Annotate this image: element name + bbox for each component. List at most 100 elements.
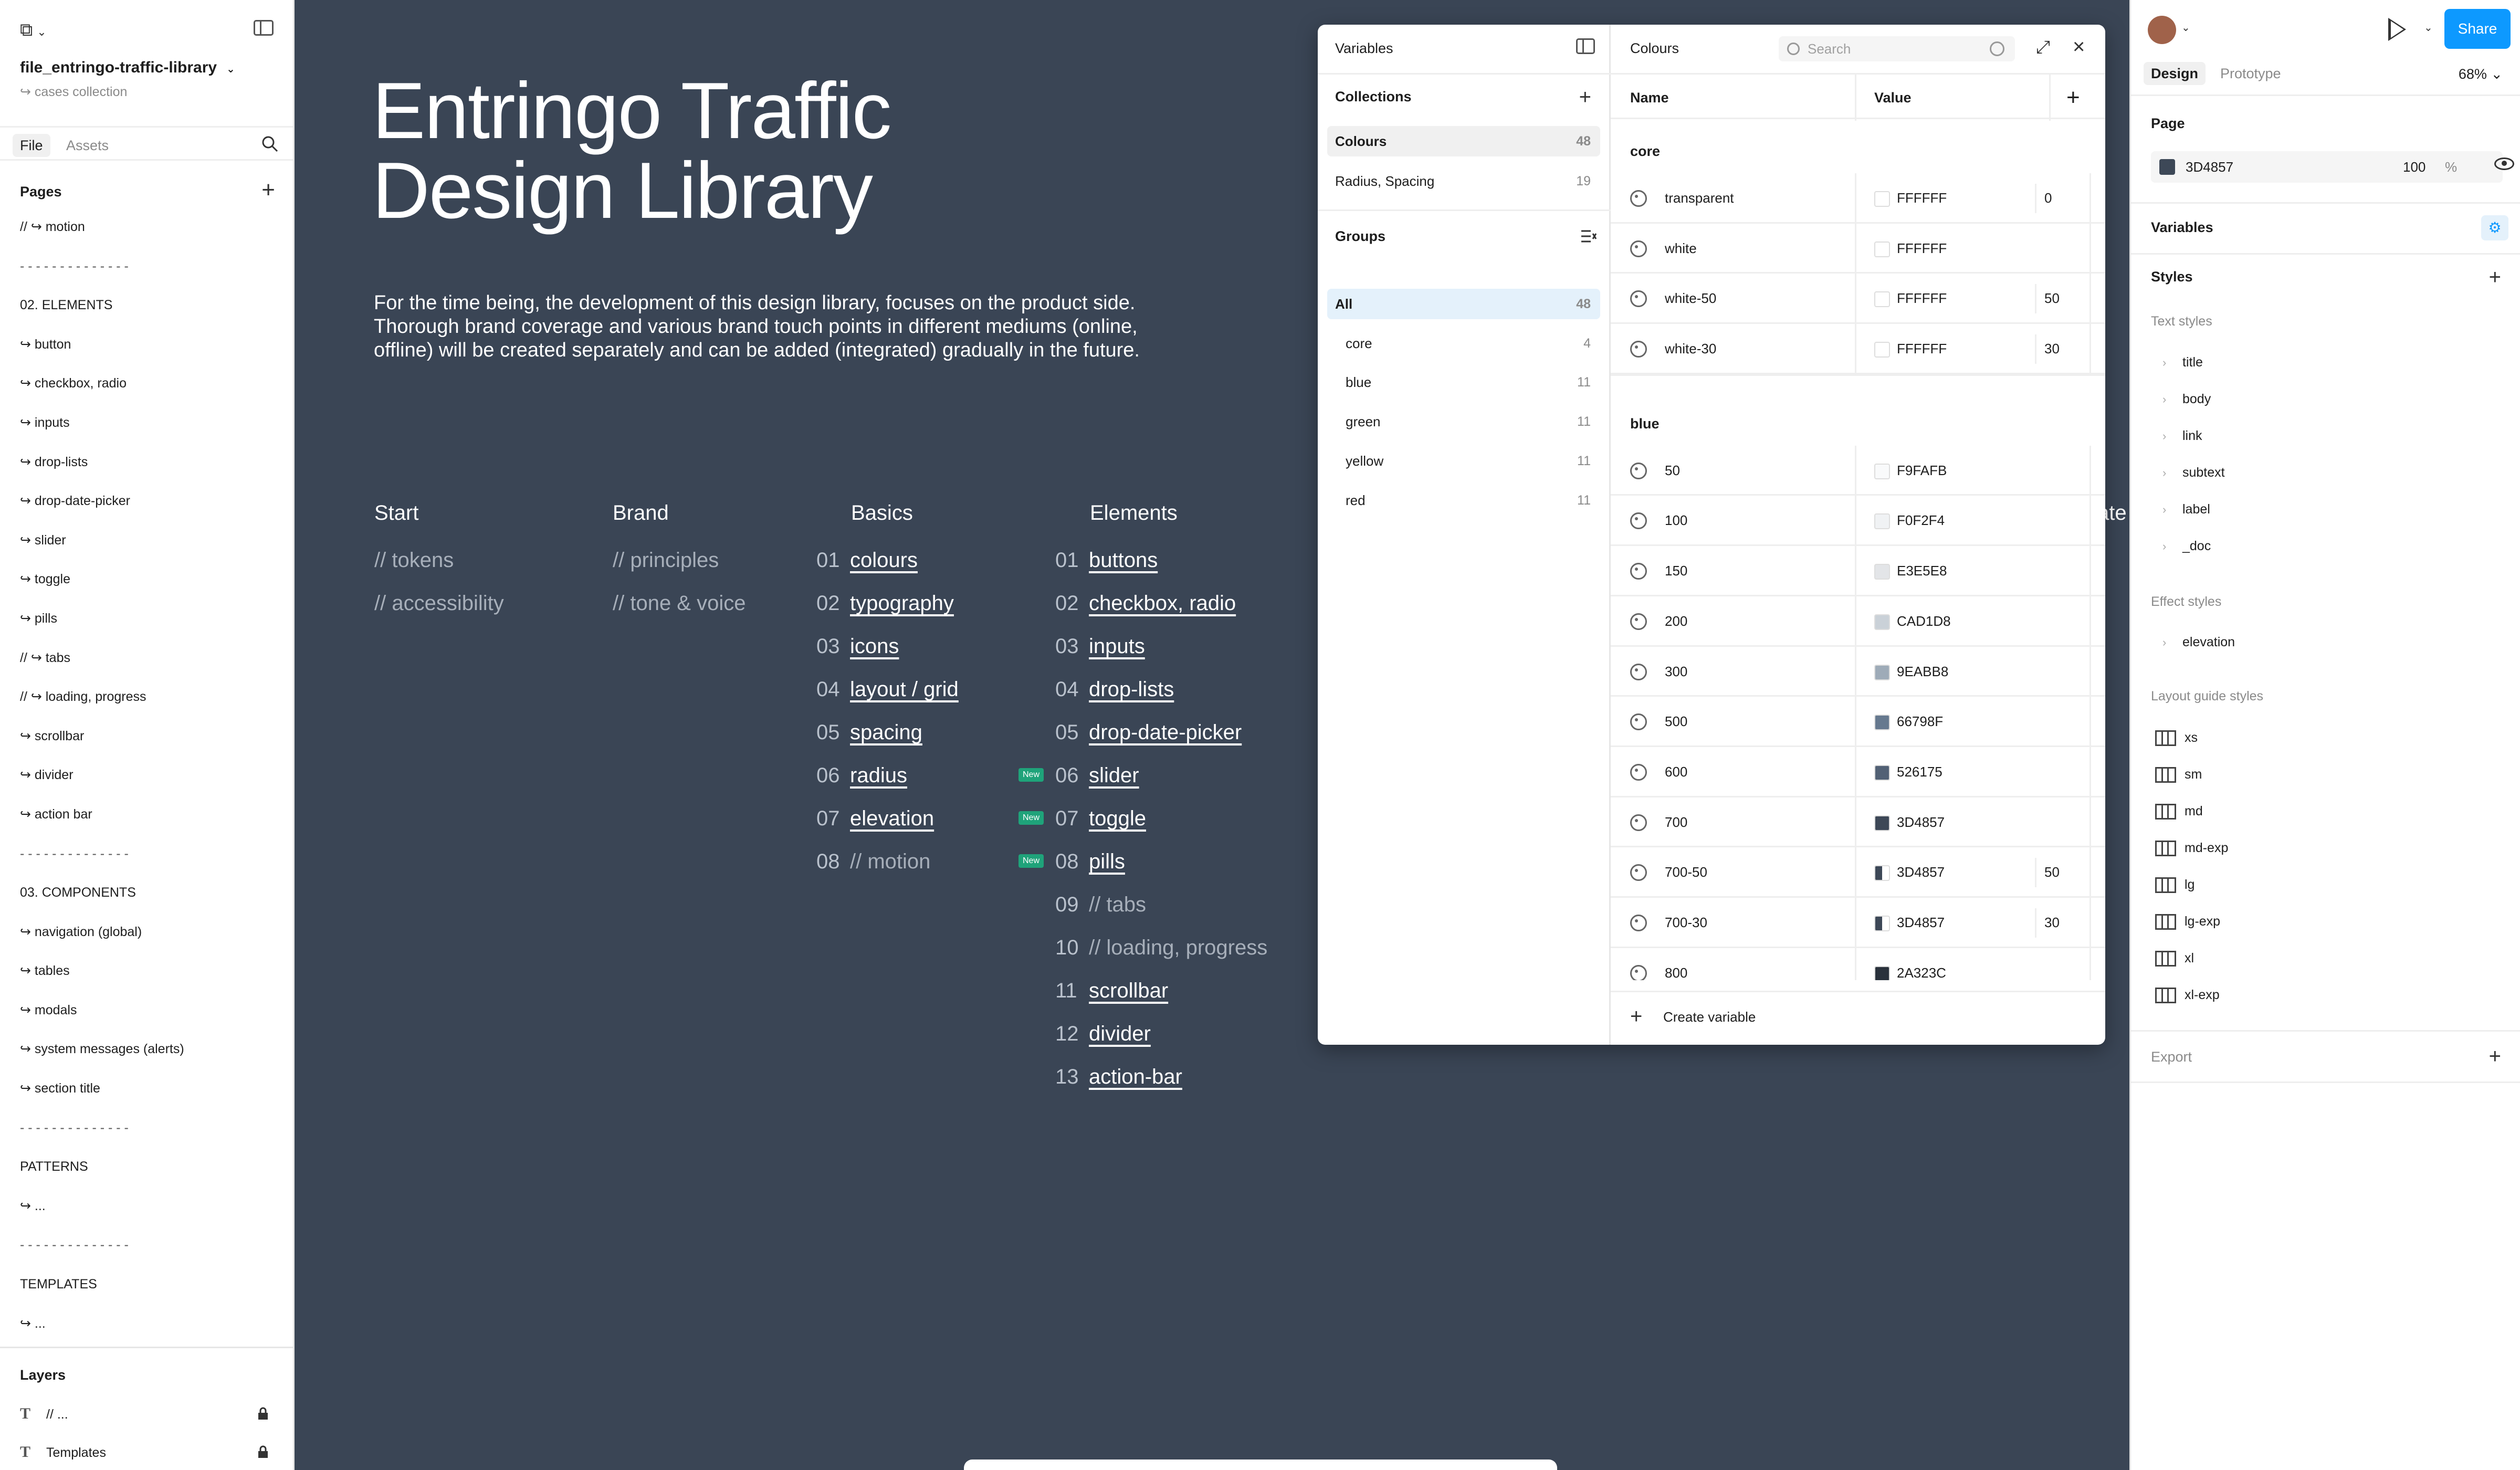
- toc-link[interactable]: radius: [850, 764, 907, 787]
- variable-row[interactable]: white-30 FFFFFF 30: [1611, 324, 2105, 374]
- page-item[interactable]: ↪ divider: [20, 755, 282, 795]
- variable-hex[interactable]: 3D4857: [1897, 797, 1945, 847]
- tab-design[interactable]: Design: [2144, 62, 2206, 85]
- page-item[interactable]: // ↪ tabs: [20, 638, 282, 678]
- layer-item[interactable]: T Templates: [20, 1439, 268, 1465]
- toc-item[interactable]: 06 radius: [816, 764, 959, 807]
- page-item[interactable]: ↪ system messages (alerts): [20, 1030, 282, 1069]
- lock-icon[interactable]: [257, 1407, 269, 1421]
- expand-icon[interactable]: ⤢: [2036, 37, 2050, 58]
- color-swatch[interactable]: [1874, 191, 1890, 207]
- toc-item[interactable]: 08 // motion: [816, 850, 959, 893]
- add-mode-button[interactable]: +: [2066, 75, 2080, 121]
- toc-link[interactable]: drop-date-picker: [1089, 721, 1242, 744]
- color-swatch[interactable]: [1874, 463, 1890, 479]
- variable-hex[interactable]: 3D4857: [1897, 898, 1945, 948]
- toc-link[interactable]: typography: [850, 592, 954, 615]
- color-swatch[interactable]: [1874, 965, 1890, 980]
- toc-link[interactable]: inputs: [1089, 635, 1145, 658]
- search-icon[interactable]: [261, 135, 279, 153]
- toc-item[interactable]: 03 icons: [816, 635, 959, 678]
- group-item[interactable]: yellow 11: [1327, 446, 1600, 476]
- variable-name[interactable]: white-50: [1665, 274, 1716, 323]
- text-style-item[interactable]: › subtext: [2162, 462, 2225, 483]
- variable-name[interactable]: 600: [1665, 747, 1687, 797]
- page-item[interactable]: ↪ button: [20, 325, 282, 364]
- color-swatch[interactable]: [1874, 764, 1890, 781]
- toc-item[interactable]: 11 scrollbar: [1055, 979, 1267, 1022]
- tab-prototype[interactable]: Prototype: [2213, 62, 2288, 85]
- variable-name[interactable]: transparent: [1665, 173, 1734, 223]
- variable-hex[interactable]: 9EABB8: [1897, 647, 1948, 697]
- variable-row[interactable]: 700 3D4857: [1611, 797, 2105, 848]
- variable-row[interactable]: 50 F9FAFB: [1611, 445, 2105, 496]
- chevron-down-icon[interactable]: ⌄: [2424, 21, 2433, 34]
- share-button[interactable]: Share: [2444, 9, 2511, 49]
- layer-item[interactable]: T // ...: [20, 1401, 268, 1427]
- close-icon[interactable]: ×: [2073, 35, 2085, 59]
- toc-item[interactable]: 01 buttons: [1055, 549, 1267, 592]
- variable-alpha[interactable]: 50: [2044, 274, 2060, 323]
- collection-item[interactable]: Colours 48: [1327, 126, 1600, 156]
- variable-row[interactable]: white-50 FFFFFF 50: [1611, 274, 2105, 324]
- toc-item[interactable]: 08 pills New: [1018, 850, 1267, 893]
- page-item[interactable]: // ↪ loading, progress: [20, 677, 282, 717]
- lock-icon[interactable]: [257, 1445, 269, 1459]
- layout-style-item[interactable]: lg-exp: [2155, 911, 2220, 932]
- variable-name[interactable]: 150: [1665, 546, 1687, 596]
- toc-item[interactable]: 07 elevation: [816, 807, 959, 850]
- filter-icon[interactable]: [1990, 41, 2004, 56]
- toc-item[interactable]: 10 // loading, progress: [1055, 936, 1267, 979]
- variable-name[interactable]: 200: [1665, 596, 1687, 646]
- layout-style-item[interactable]: md: [2155, 801, 2203, 822]
- toc-link[interactable]: // loading, progress: [1089, 936, 1267, 959]
- toggle-sidebar-icon[interactable]: [1576, 38, 1595, 54]
- toc-link[interactable]: // motion: [850, 850, 930, 873]
- group-item[interactable]: All 48: [1327, 289, 1600, 319]
- tab-assets[interactable]: Assets: [59, 134, 116, 157]
- variable-row[interactable]: 700-30 3D4857 30: [1611, 897, 2105, 948]
- page-item[interactable]: ↪ section title: [20, 1069, 282, 1108]
- toc-link[interactable]: buttons: [1089, 549, 1158, 572]
- eye-icon[interactable]: [2494, 158, 2514, 170]
- toc-item[interactable]: // tokens: [374, 549, 504, 592]
- layout-style-item[interactable]: xs: [2155, 727, 2198, 748]
- toc-item[interactable]: // tone & voice: [613, 592, 746, 635]
- variable-alpha[interactable]: 30: [2044, 898, 2060, 948]
- page-item[interactable]: ↪ action bar: [20, 795, 282, 834]
- file-name[interactable]: file_entringo-traffic-library ⌄: [20, 59, 235, 77]
- search-input[interactable]: Search: [1779, 36, 2015, 61]
- toc-item[interactable]: 05 drop-date-picker: [1055, 721, 1267, 764]
- toggle-sidebar-icon[interactable]: [254, 20, 274, 36]
- toc-item[interactable]: 09 // tabs: [1055, 893, 1267, 936]
- variable-row[interactable]: transparent FFFFFF 0: [1611, 173, 2105, 224]
- avatar[interactable]: [2148, 16, 2176, 44]
- toc-link[interactable]: pills: [1089, 850, 1125, 873]
- tab-file[interactable]: File: [13, 134, 50, 157]
- page-item[interactable]: ↪ drop-lists: [20, 443, 282, 482]
- page-item[interactable]: TEMPLATES: [20, 1265, 282, 1304]
- toc-item[interactable]: 02 checkbox, radio: [1055, 592, 1267, 635]
- variable-hex[interactable]: 2A323C: [1897, 948, 1946, 980]
- toc-link[interactable]: layout / grid: [850, 678, 959, 701]
- variable-hex[interactable]: FFFFFF: [1897, 274, 1947, 323]
- chevron-down-icon[interactable]: ⌄: [2181, 21, 2190, 34]
- variable-row[interactable]: white FFFFFF: [1611, 223, 2105, 274]
- text-style-item[interactable]: › link: [2162, 425, 2202, 446]
- text-style-item[interactable]: › body: [2162, 388, 2211, 410]
- page-item[interactable]: ↪ ...: [20, 1304, 282, 1343]
- toc-link[interactable]: action-bar: [1089, 1065, 1182, 1088]
- variable-alpha[interactable]: 50: [2044, 847, 2060, 897]
- color-swatch[interactable]: [1874, 664, 1890, 680]
- layout-style-item[interactable]: md-exp: [2155, 837, 2228, 858]
- group-item[interactable]: blue 11: [1327, 367, 1600, 397]
- effect-style-item[interactable]: › elevation: [2162, 632, 2235, 653]
- variable-row[interactable]: 500 66798F: [1611, 697, 2105, 747]
- variable-name[interactable]: 300: [1665, 647, 1687, 697]
- variable-name[interactable]: 50: [1665, 446, 1680, 496]
- add-style-button[interactable]: +: [2489, 267, 2501, 288]
- toc-link[interactable]: checkbox, radio: [1089, 592, 1236, 615]
- toc-item[interactable]: 03 inputs: [1055, 635, 1267, 678]
- group-item[interactable]: green 11: [1327, 406, 1600, 437]
- color-swatch[interactable]: [1874, 715, 1890, 731]
